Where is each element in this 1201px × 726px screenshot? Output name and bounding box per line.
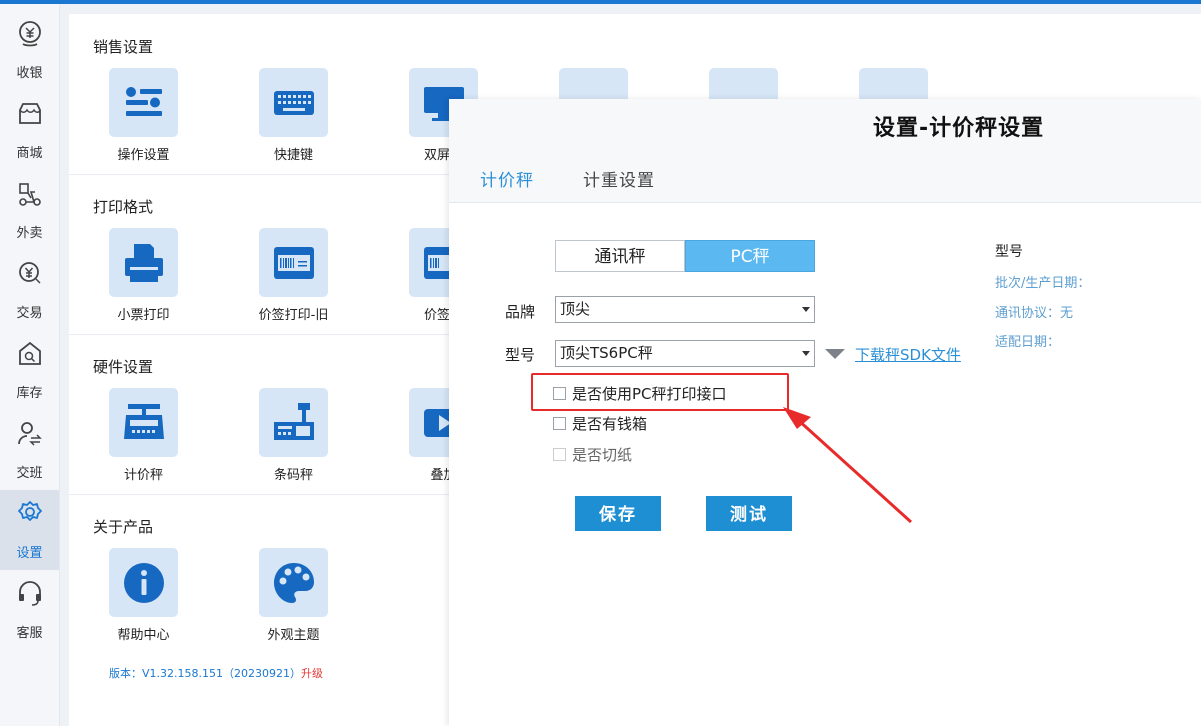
info-icon bbox=[124, 563, 164, 603]
download-sdk-link[interactable]: 下载秤SDK文件 bbox=[855, 344, 961, 365]
barcode-scale-icon bbox=[274, 403, 314, 440]
printer-icon bbox=[125, 244, 163, 282]
sidebar-item-label: 客服 bbox=[16, 626, 43, 641]
info-model-heading: 型号 bbox=[995, 244, 1023, 260]
model-select[interactable]: 顶尖TS6PC秤 bbox=[555, 340, 815, 367]
version-info: 版本：V1.32.158.151（20230921）升级 bbox=[109, 665, 323, 681]
sidebar-item-transactions[interactable]: 交易 bbox=[0, 250, 59, 330]
info-protocol: 通讯协议：无 bbox=[995, 306, 1074, 321]
tile-help-center[interactable]: 帮助中心 bbox=[93, 548, 203, 648]
sidebar-item-label: 收银 bbox=[16, 66, 43, 81]
tab-price-scale[interactable]: 计价秤 bbox=[480, 166, 534, 191]
sidebar-item-cashier[interactable]: 收银 bbox=[0, 10, 59, 90]
sidebar-item-label: 外卖 bbox=[16, 226, 43, 241]
info-batch-date: 批次/生产日期： bbox=[995, 276, 1091, 291]
checkbox-paper-cut: 是否切纸 bbox=[553, 444, 632, 465]
tile-label: 操作设置 bbox=[117, 148, 170, 163]
tile-label: 小票打印 bbox=[117, 308, 170, 323]
tile-receipt-print[interactable]: 小票打印 bbox=[93, 228, 203, 328]
gear-icon bbox=[18, 501, 42, 521]
section-title: 硬件设置 bbox=[93, 358, 154, 376]
tile-label: 快捷键 bbox=[273, 148, 313, 163]
upgrade-link[interactable]: 升级 bbox=[301, 667, 323, 680]
tile-appearance-theme[interactable]: 外观主题 bbox=[243, 548, 353, 648]
segment-communication-scale[interactable]: 通讯秤 bbox=[555, 240, 685, 272]
test-button[interactable]: 测试 bbox=[706, 496, 792, 531]
brand-label: 品牌 bbox=[505, 303, 536, 321]
tab-weighing-settings[interactable]: 计重设置 bbox=[583, 166, 655, 191]
sidebar-item-shift[interactable]: 交班 bbox=[0, 410, 59, 490]
sidebar-item-label: 设置 bbox=[16, 546, 43, 561]
tile-price-label-print-old[interactable]: 价签打印-旧 bbox=[243, 228, 353, 328]
tile-price-scale[interactable]: 计价秤 bbox=[93, 388, 203, 488]
model-select-value: 顶尖TS6PC秤 bbox=[560, 344, 653, 362]
dialog-title: 设置-计价秤设置 bbox=[873, 116, 1045, 141]
shift-handover-icon bbox=[18, 422, 42, 446]
sidebar-item-label: 交班 bbox=[16, 466, 43, 481]
sliders-icon bbox=[126, 87, 162, 116]
sidebar-item-label: 商城 bbox=[16, 146, 43, 161]
annotation-highlight-box bbox=[531, 373, 789, 411]
info-adapt-date: 适配日期： bbox=[995, 335, 1061, 350]
inventory-icon bbox=[19, 341, 41, 365]
section-title: 销售设置 bbox=[93, 38, 154, 56]
save-button[interactable]: 保存 bbox=[575, 496, 661, 531]
sidebar-item-label: 库存 bbox=[16, 386, 43, 401]
dialog-header: 设置-计价秤设置 计价秤 计重设置 bbox=[449, 99, 1201, 203]
headset-icon bbox=[19, 581, 41, 606]
tile-label: 条码秤 bbox=[273, 468, 313, 483]
tile-operation-settings[interactable]: 操作设置 bbox=[93, 68, 203, 168]
store-icon bbox=[19, 103, 41, 124]
cashier-icon bbox=[19, 21, 41, 47]
price-scale-icon bbox=[124, 404, 164, 439]
chevron-down-icon bbox=[802, 307, 810, 312]
keyboard-icon bbox=[274, 91, 314, 115]
checkbox-label: 是否有钱箱 bbox=[572, 415, 648, 433]
sidebar-item-delivery[interactable]: 外卖 bbox=[0, 170, 59, 250]
sidebar-item-support[interactable]: 客服 bbox=[0, 570, 59, 650]
section-title: 关于产品 bbox=[93, 518, 154, 536]
checkbox-has-cash-drawer[interactable]: 是否有钱箱 bbox=[553, 413, 647, 434]
checkbox-box[interactable] bbox=[553, 416, 566, 430]
sidebar-item-store[interactable]: 商城 bbox=[0, 90, 59, 170]
top-accent-bar bbox=[0, 0, 1201, 4]
section-title: 打印格式 bbox=[93, 198, 154, 216]
tile-label: 计价秤 bbox=[123, 468, 163, 483]
chevron-down-icon bbox=[802, 351, 810, 356]
model-label: 型号 bbox=[505, 346, 536, 364]
checkbox-label: 是否切纸 bbox=[572, 446, 633, 464]
checkbox-box bbox=[553, 447, 566, 461]
sidebar-item-label: 交易 bbox=[16, 306, 43, 321]
delivery-icon bbox=[19, 183, 41, 206]
tile-label: 价签打印-旧 bbox=[258, 308, 329, 323]
yuan-search-icon bbox=[19, 262, 41, 284]
version-text: 版本：V1.32.158.151（20230921） bbox=[109, 667, 301, 680]
sidebar: 收银 商城 外卖 交易 库存 交班 设置 客服 bbox=[0, 4, 60, 726]
barcode-card-icon bbox=[274, 247, 314, 279]
brand-select-value: 顶尖 bbox=[560, 300, 591, 318]
tile-label: 外观主题 bbox=[267, 628, 320, 643]
brand-select[interactable]: 顶尖 bbox=[555, 296, 815, 323]
palette-icon bbox=[274, 563, 314, 603]
triangle-down-icon bbox=[825, 349, 845, 359]
tile-label: 帮助中心 bbox=[117, 628, 170, 643]
segment-pc-scale[interactable]: PC秤 bbox=[685, 240, 815, 272]
sidebar-item-inventory[interactable]: 库存 bbox=[0, 330, 59, 410]
tile-barcode-scale[interactable]: 条码秤 bbox=[243, 388, 353, 488]
tile-shortcut-keys[interactable]: 快捷键 bbox=[243, 68, 353, 168]
sidebar-item-settings[interactable]: 设置 bbox=[0, 490, 59, 570]
price-scale-settings-dialog: 设置-计价秤设置 计价秤 计重设置 通讯秤 PC秤 品牌 顶尖 型号 顶尖TS6… bbox=[449, 99, 1201, 726]
